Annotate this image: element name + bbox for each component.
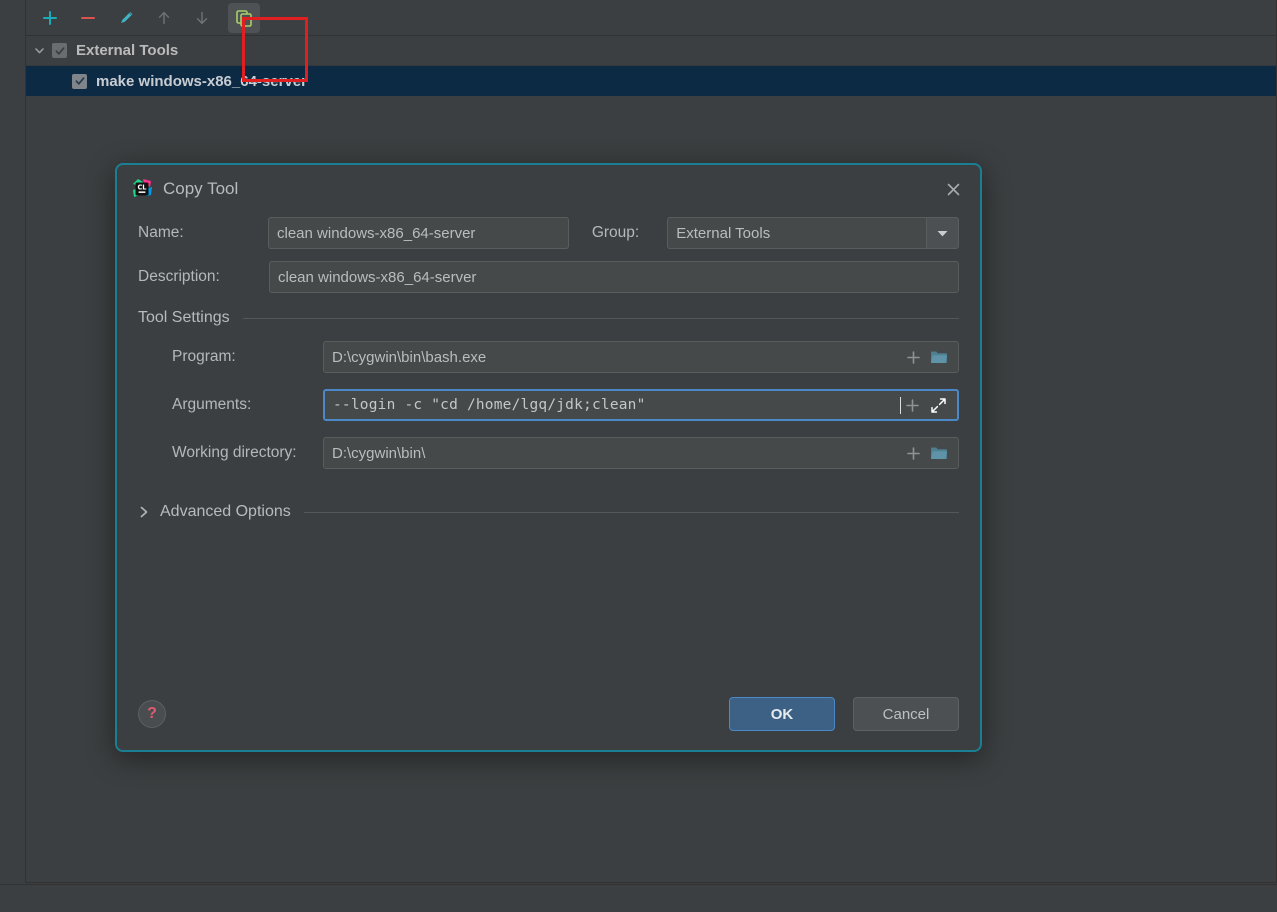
folder-icon[interactable] (928, 442, 950, 464)
folder-icon[interactable] (928, 346, 950, 368)
dialog-footer: ? OK Cancel (117, 678, 980, 750)
program-row: Program: D:\cygwin\bin\bash.exe (138, 341, 959, 373)
move-down-button[interactable] (186, 3, 218, 33)
group-combobox-value: External Tools (676, 224, 771, 242)
move-up-button[interactable] (148, 3, 180, 33)
advanced-options-label: Advanced Options (160, 503, 291, 520)
plus-icon (43, 10, 57, 25)
group-combobox[interactable]: External Tools (667, 217, 959, 249)
chevron-down-icon[interactable] (26, 44, 52, 57)
plus-icon[interactable] (902, 442, 924, 464)
arguments-input[interactable]: --login -c "cd /home/lgq/jdk;clean" (323, 389, 959, 421)
pencil-icon (120, 12, 132, 23)
cancel-button[interactable]: Cancel (853, 697, 959, 731)
tree-group-label: External Tools (76, 42, 179, 59)
plus-icon[interactable] (901, 394, 923, 416)
clion-icon: CL (131, 178, 153, 200)
arguments-label: Arguments: (172, 396, 252, 413)
dialog-body: Name: clean windows-x86_64-server Group:… (117, 217, 980, 521)
dialog-action-buttons: OK Cancel (729, 697, 959, 731)
external-tools-panel: External Tools make windows-x86_64-serve… (25, 0, 1277, 883)
group-label: Group: (591, 224, 640, 241)
svg-text:CL: CL (137, 184, 147, 192)
dialog-title: Copy Tool (163, 179, 239, 198)
advanced-options-section-header[interactable]: Advanced Options (138, 503, 959, 521)
copy-button[interactable] (228, 2, 260, 33)
edit-button[interactable] (110, 3, 142, 33)
close-icon[interactable] (940, 176, 966, 202)
description-input[interactable]: clean windows-x86_64-server (269, 261, 959, 293)
name-group-row: Name: clean windows-x86_64-server Group:… (138, 217, 959, 249)
check-icon (75, 77, 84, 85)
add-button[interactable] (34, 3, 66, 33)
name-input[interactable]: clean windows-x86_64-server (268, 217, 569, 249)
name-input-value: clean windows-x86_64-server (277, 224, 476, 242)
working-directory-label: Working directory: (172, 444, 297, 461)
plus-icon[interactable] (902, 346, 924, 368)
tree-item-label: make windows-x86_64-server (96, 72, 307, 90)
tool-settings-section-header: Tool Settings (138, 309, 959, 327)
working-directory-row: Working directory: D:\cygwin\bin\ (138, 437, 959, 469)
description-row: Description: clean windows-x86_64-server (138, 261, 959, 293)
tree-item-make-windows-server[interactable]: make windows-x86_64-server (26, 66, 1276, 96)
group-checkbox[interactable] (52, 43, 67, 58)
arrow-down-icon (196, 11, 208, 24)
minus-icon (81, 16, 95, 19)
help-label: ? (147, 705, 157, 722)
chevron-down-icon[interactable] (927, 217, 959, 249)
copy-tool-dialog: CL Copy Tool Name: clean windows-x86_64-… (115, 163, 982, 752)
working-directory-input[interactable]: D:\cygwin\bin\ (323, 437, 959, 469)
remove-button[interactable] (72, 3, 104, 33)
group-combobox-value-box[interactable]: External Tools (667, 217, 927, 249)
copy-icon (236, 9, 252, 27)
expand-icon[interactable] (927, 394, 949, 416)
arguments-row: Arguments: --login -c "cd /home/lgq/jdk;… (138, 389, 959, 421)
chevron-right-icon[interactable] (138, 505, 150, 519)
tool-settings-label: Tool Settings (138, 309, 230, 326)
settings-dialog-screen: External Tools make windows-x86_64-serve… (0, 0, 1277, 912)
description-label: Description: (138, 268, 220, 285)
arrow-up-icon (158, 11, 170, 24)
program-input[interactable]: D:\cygwin\bin\bash.exe (323, 341, 959, 373)
bottom-status-strip (0, 884, 1277, 912)
tree-group-external-tools[interactable]: External Tools (26, 36, 1276, 66)
external-tools-toolbar (26, 0, 1276, 36)
program-label: Program: (172, 348, 236, 365)
item-checkbox[interactable] (72, 73, 87, 89)
description-input-value: clean windows-x86_64-server (278, 268, 477, 286)
section-divider (303, 511, 959, 513)
arguments-input-value: --login -c "cd /home/lgq/jdk;clean" (333, 397, 646, 413)
name-label: Name: (138, 224, 184, 241)
program-input-value: D:\cygwin\bin\bash.exe (332, 348, 487, 366)
working-directory-input-value: D:\cygwin\bin\ (332, 444, 426, 462)
section-divider (242, 317, 959, 319)
dialog-title-bar: CL Copy Tool (117, 165, 980, 213)
ok-button[interactable]: OK (729, 697, 835, 731)
check-icon (55, 46, 64, 55)
help-icon[interactable]: ? (138, 700, 166, 728)
